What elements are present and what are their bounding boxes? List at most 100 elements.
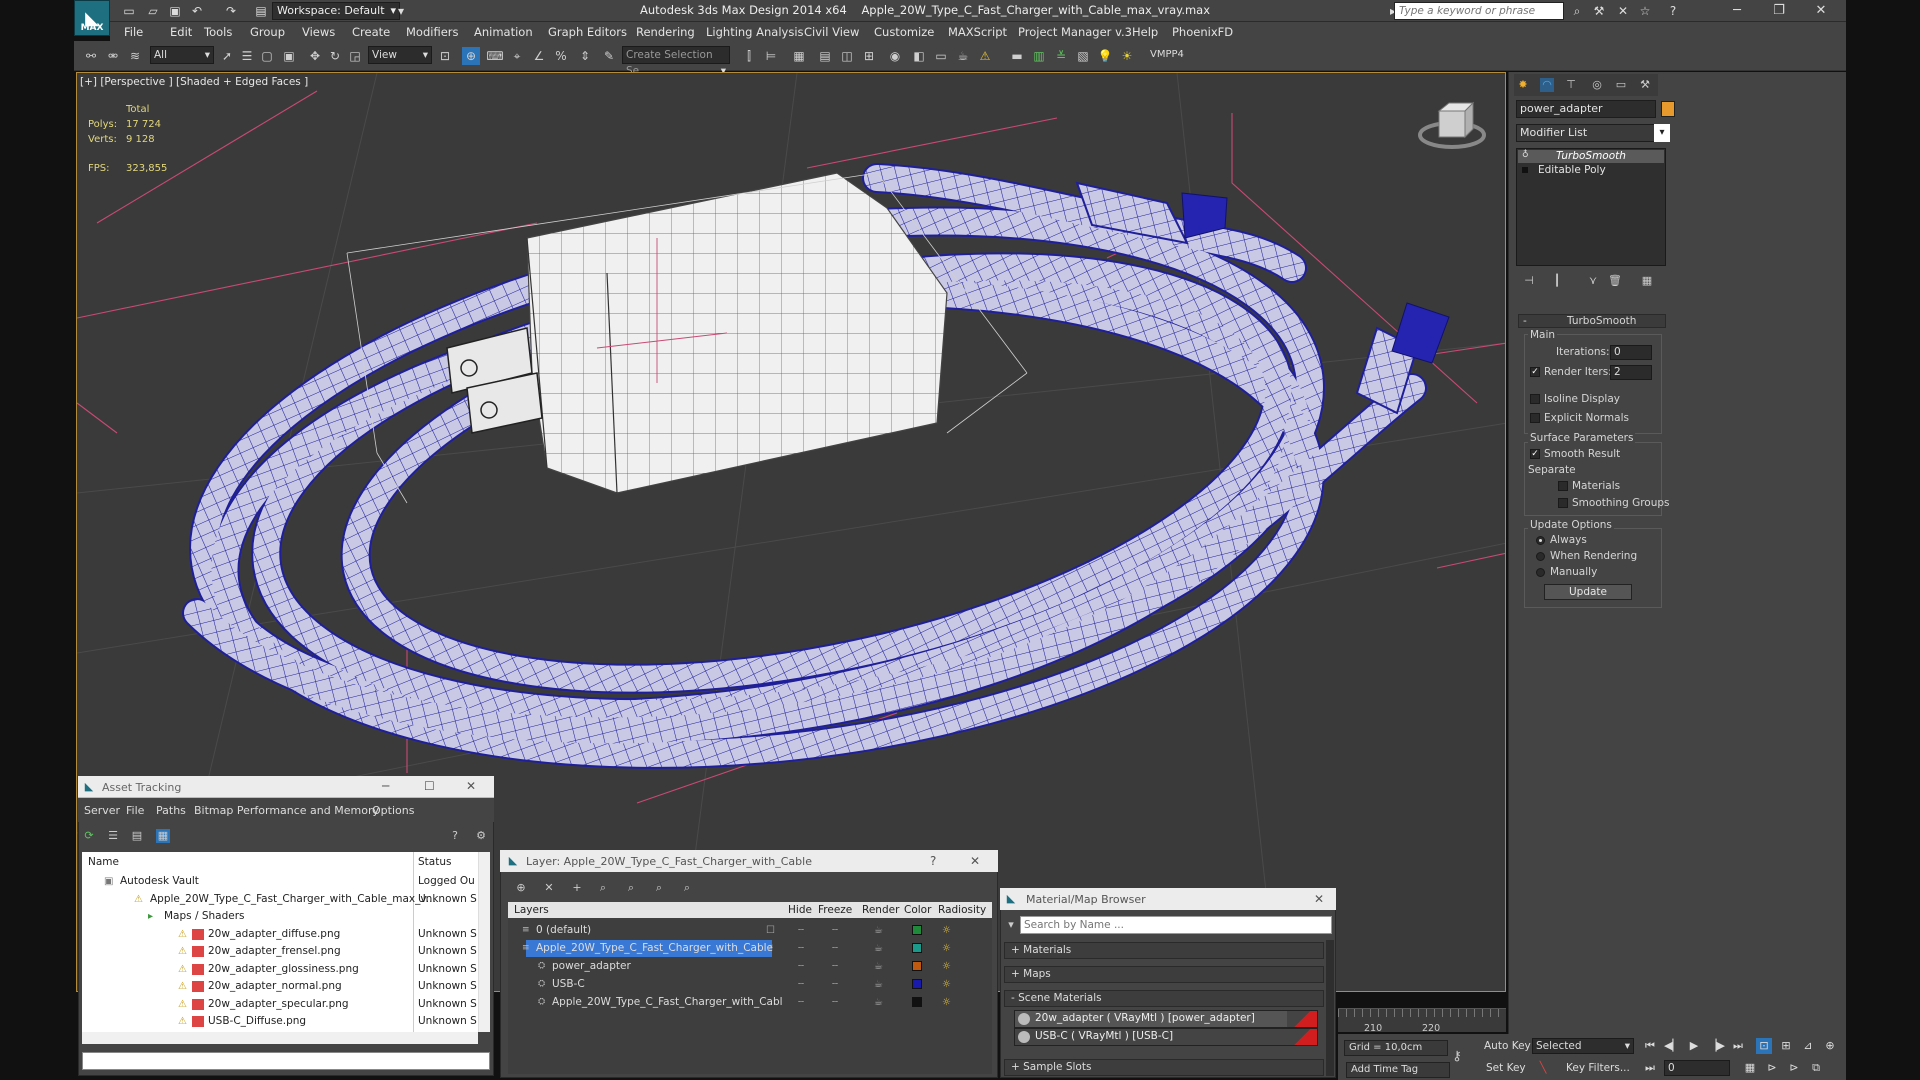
menu-item-civil-view[interactable]: Civil View: [804, 25, 859, 39]
menu-item-phoenixfd[interactable]: PhoenixFD: [1172, 25, 1233, 39]
mirror-icon[interactable]: ⫿: [740, 47, 758, 65]
menu-item-tools[interactable]: Tools: [204, 25, 232, 39]
warning-icon[interactable]: ⚠: [976, 47, 994, 65]
vray-vfb-icon[interactable]: ≚: [1052, 47, 1070, 65]
table-row[interactable]: ⚠ USB-C_Diffuse.png Unknown S: [82, 1013, 478, 1031]
help-search-input[interactable]: [1394, 2, 1564, 20]
render-toggle-icon[interactable]: ☕: [874, 940, 883, 957]
layer-row[interactable]: ≡ Apple_20W_Type_C_Fast_Charger_with_Cabl…: [510, 940, 990, 957]
asset-path-field[interactable]: [82, 1052, 490, 1070]
key-filters-button[interactable]: Key Filters...: [1566, 1062, 1630, 1074]
layer-color-swatch[interactable]: [912, 997, 922, 1007]
rendered-frame-window-icon[interactable]: ▭: [932, 47, 950, 65]
keyboard-shortcut-icon[interactable]: ⌨: [486, 47, 504, 65]
menu-item-animation[interactable]: Animation: [474, 25, 533, 39]
asset-menu-options[interactable]: Options: [372, 804, 414, 817]
layer-row[interactable]: ≡ 0 (default) ☐ ┄ ┄ ☕ ☼: [510, 922, 990, 939]
explicit-normals-checkbox[interactable]: [1530, 413, 1540, 423]
isoline-display-checkbox[interactable]: [1530, 394, 1540, 404]
zoom-extents-icon[interactable]: ⊡: [1756, 1038, 1772, 1054]
layer-color-swatch[interactable]: [912, 961, 922, 971]
customize-quickaccess-icon[interactable]: ▾: [392, 3, 410, 19]
render-toggle-icon[interactable]: ☕: [874, 958, 883, 975]
close-window-button[interactable]: ✕: [1806, 1, 1836, 21]
vray-material-icon[interactable]: ▧: [1074, 47, 1092, 65]
separate-materials-checkbox[interactable]: [1558, 481, 1568, 491]
auto-key-button[interactable]: Auto Key: [1484, 1040, 1531, 1052]
render-setup-icon[interactable]: ◧: [910, 47, 928, 65]
radiosity-icon[interactable]: ☼: [942, 958, 951, 975]
asset-menu-paths[interactable]: Paths: [156, 804, 186, 817]
previous-frame-icon[interactable]: ◀▏: [1664, 1038, 1681, 1054]
select-object-icon[interactable]: ➚: [218, 47, 236, 65]
zoom-all-icon[interactable]: ⊞: [1778, 1038, 1794, 1054]
modifier-list-dropdown[interactable]: Modifier List: [1516, 124, 1666, 142]
render-toggle-icon[interactable]: ☕: [874, 922, 883, 939]
key-mode-toggle-icon[interactable]: ⏭: [1642, 1060, 1658, 1076]
close-icon[interactable]: ✕: [970, 854, 980, 868]
pin-stack-icon[interactable]: ⊣: [1522, 274, 1536, 288]
vray-frame-buffer-icon[interactable]: ▬: [1008, 47, 1026, 65]
motion-tab-icon[interactable]: ◎: [1590, 78, 1604, 92]
minimize-icon[interactable]: ─: [382, 779, 389, 793]
material-browser-scrollbar[interactable]: [1326, 940, 1334, 1076]
remove-modifier-icon[interactable]: 🗑: [1608, 274, 1622, 288]
help-icon[interactable]: ?: [1664, 3, 1682, 19]
render-iters-spinner[interactable]: 2: [1610, 365, 1652, 380]
update-when-rendering-radio[interactable]: [1536, 552, 1545, 561]
undo-icon[interactable]: ↶: [188, 3, 206, 19]
material-editor-icon[interactable]: ◉: [886, 47, 904, 65]
render-toggle-icon[interactable]: ☕: [874, 994, 883, 1011]
binoculars-icon[interactable]: ⌕: [1568, 3, 1586, 19]
hide-all-icon[interactable]: ⌕: [652, 881, 666, 895]
add-selected-icon[interactable]: +: [570, 881, 584, 895]
horizontal-scrollbar[interactable]: [82, 1032, 478, 1044]
chevron-down-icon[interactable]: ▾: [1654, 124, 1670, 142]
current-layer-checkbox[interactable]: ☐: [766, 922, 775, 939]
curve-editor-icon[interactable]: ◫: [838, 47, 856, 65]
menu-item-help[interactable]: Help: [1132, 25, 1158, 39]
menu-item-graph-editors[interactable]: Graph Editors: [548, 25, 627, 39]
set-key-mode-icon[interactable]: ╲: [1536, 1061, 1550, 1075]
refresh-icon[interactable]: ⟳: [82, 829, 96, 843]
layer-row[interactable]: ⛭ USB-C ┄ ┄ ☕ ☼: [510, 976, 990, 993]
radiosity-icon[interactable]: ☼: [942, 976, 951, 993]
material-search-input[interactable]: [1020, 916, 1332, 934]
table-row[interactable]: ▣ Autodesk Vault Logged Ou: [82, 873, 478, 891]
layer-column-color[interactable]: Color: [904, 904, 931, 916]
delete-layer-icon[interactable]: ✕: [542, 881, 556, 895]
maximize-icon[interactable]: ☐: [424, 779, 435, 793]
close-icon[interactable]: ✕: [466, 779, 476, 793]
modifier-stack-item-turbosmooth[interactable]: ♁ TurboSmooth: [1518, 150, 1664, 163]
scale-icon[interactable]: ◲: [346, 47, 364, 65]
layer-manager-icon[interactable]: ▦: [790, 47, 808, 65]
turbosmooth-rollout-header[interactable]: - TurboSmooth: [1518, 314, 1666, 328]
freeze-toggle[interactable]: ┄: [832, 994, 838, 1011]
layer-color-swatch[interactable]: [912, 943, 922, 953]
hide-toggle[interactable]: ┄: [798, 994, 804, 1011]
radiosity-icon[interactable]: ☼: [942, 994, 951, 1011]
settings-icon[interactable]: ⚙: [474, 829, 488, 843]
bind-spacewarp-icon[interactable]: ≋: [126, 47, 144, 65]
unlink-icon[interactable]: ⚮: [104, 47, 122, 65]
active-layer-checkmark[interactable]: ✓: [766, 940, 774, 957]
layer-help-button[interactable]: ?: [930, 854, 936, 868]
favorites-star-icon[interactable]: ☆: [1636, 3, 1654, 19]
section-maps[interactable]: + Maps: [1004, 966, 1324, 983]
table-row[interactable]: ⚠ Apple_20W_Type_C_Fast_Charger_with_Cabl…: [82, 891, 478, 909]
object-color-swatch[interactable]: [1661, 101, 1675, 117]
menu-item-maxscript[interactable]: MAXScript: [948, 25, 1007, 39]
freeze-toggle[interactable]: ┄: [832, 958, 838, 975]
scene-material-item[interactable]: 20w_adapter ( VRayMtl ) [power_adapter]: [1014, 1010, 1318, 1028]
browser-options-icon[interactable]: ▾: [1004, 918, 1018, 932]
open-file-icon[interactable]: ▱: [144, 3, 162, 19]
highlight-layer-icon[interactable]: ⌕: [624, 881, 638, 895]
freeze-all-icon[interactable]: ⌕: [680, 881, 694, 895]
layer-row[interactable]: ⛭ power_adapter ┄ ┄ ☕ ☼: [510, 958, 990, 975]
freeze-toggle[interactable]: ┄: [832, 940, 838, 957]
restore-window-button[interactable]: ❐: [1764, 1, 1794, 21]
save-icon[interactable]: ▣: [166, 3, 184, 19]
set-key-button[interactable]: Set Key: [1486, 1062, 1526, 1074]
radiosity-icon[interactable]: ☼: [942, 922, 951, 939]
menu-item-edit[interactable]: Edit: [170, 25, 192, 39]
